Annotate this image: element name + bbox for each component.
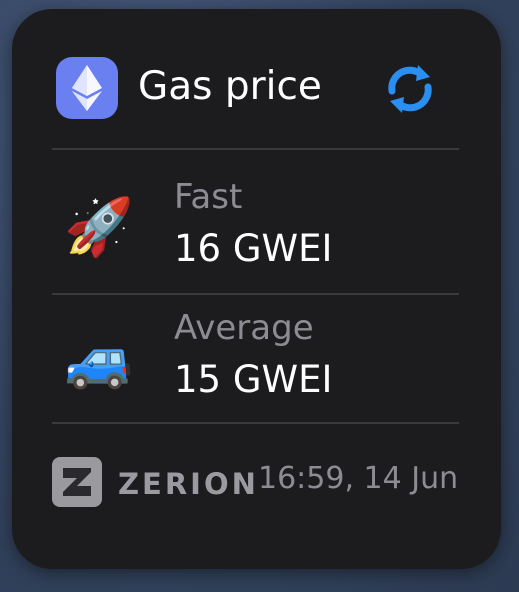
car-icon: 🚙 (64, 327, 134, 392)
divider (52, 148, 459, 150)
updated-timestamp: 16:59, 14 Jun (258, 461, 458, 496)
widget-title: Gas price (138, 64, 322, 109)
ethereum-icon (56, 57, 118, 119)
divider (52, 422, 459, 424)
refresh-icon (388, 65, 432, 113)
divider (52, 293, 459, 295)
fast-value: 16 GWEI (174, 227, 333, 270)
average-value: 15 GWEI (174, 358, 333, 401)
brand-name: ZERION (118, 467, 259, 501)
zerion-logo-icon (52, 457, 102, 507)
refresh-button[interactable] (382, 61, 438, 117)
average-label: Average (174, 308, 314, 348)
gas-price-widget: Gas price 🚀 Fast 16 GWEI 🚙 Average 15 GW… (12, 9, 501, 569)
rocket-icon: 🚀 (64, 195, 134, 260)
widget-header: Gas price (56, 57, 446, 119)
fast-label: Fast (174, 177, 243, 217)
